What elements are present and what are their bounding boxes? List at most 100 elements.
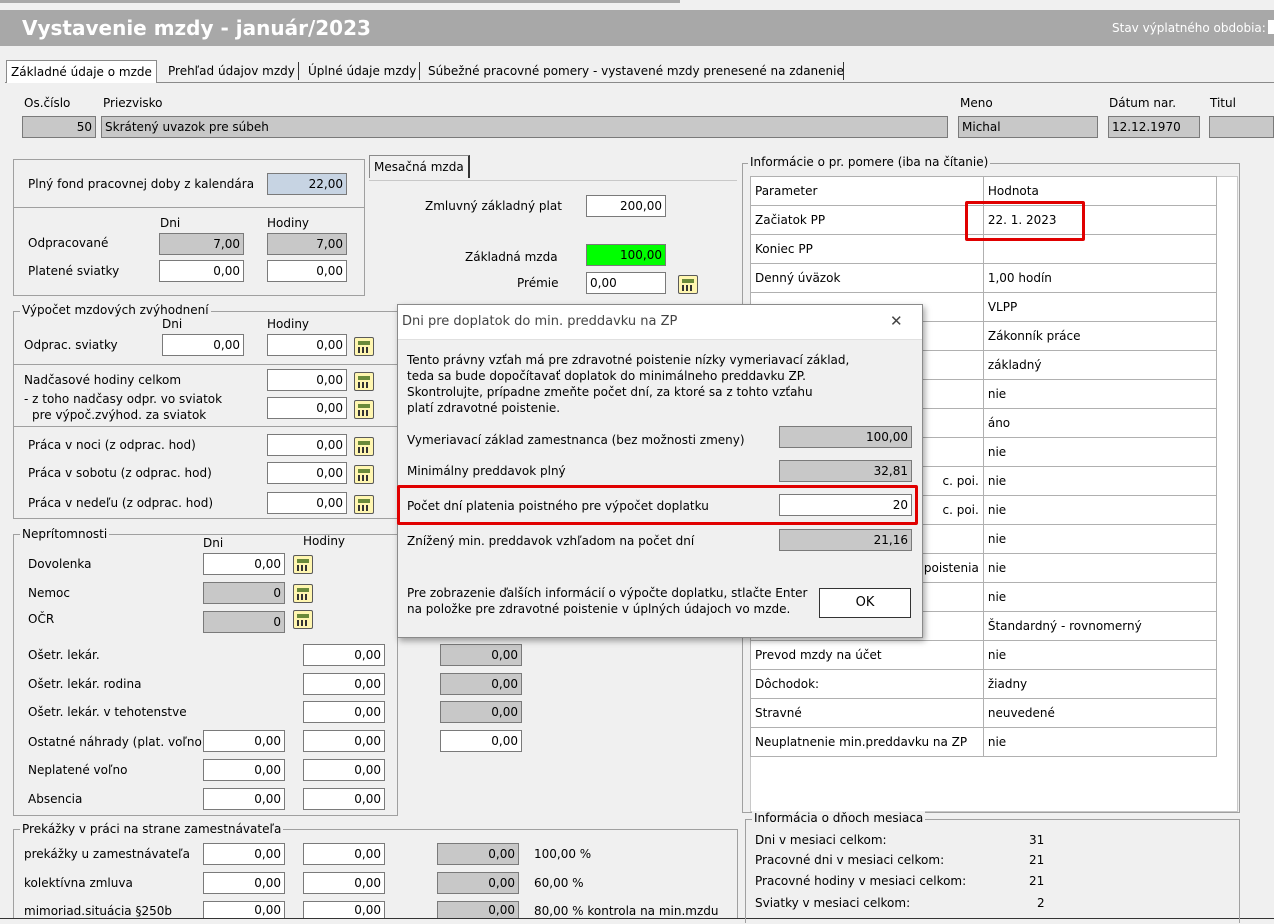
tab-zakladne[interactable]: Základné údaje o mzde [6, 60, 157, 83]
mimoriadna-b-field[interactable]: 0,00 [303, 901, 385, 919]
calculator-icon[interactable] [354, 372, 374, 391]
table-row[interactable]: Stravné neuvedené [750, 698, 1218, 728]
calculator-icon[interactable] [354, 495, 374, 514]
table-row[interactable]: Denný úväzok 1,00 hodín [750, 263, 1218, 293]
close-icon[interactable]: ✕ [890, 312, 903, 330]
dovolenka-label: Dovolenka [28, 557, 92, 571]
calculator-icon[interactable] [354, 465, 374, 484]
vypocet-dni-header: Dni [162, 317, 183, 331]
calculator-icon[interactable] [354, 437, 374, 456]
tab-mesacna-mzda[interactable]: Mesačná mzda [369, 155, 470, 178]
doplatok-dialog: Dni pre doplatok do min. preddavku na ZP… [397, 304, 923, 638]
prekazky-title: Prekážky v práci na strane zamestnávateľ… [20, 822, 284, 836]
minimalny-label: Minimálny preddavok plný [407, 464, 566, 478]
prekazky-b-field[interactable]: 0,00 [303, 843, 385, 865]
platene-dni-field[interactable]: 0,00 [159, 260, 244, 282]
sobota-field[interactable]: 0,00 [267, 462, 347, 484]
znizeny-field[interactable]: 21,16 [779, 529, 912, 551]
platene-hod-field[interactable]: 0,00 [267, 260, 347, 282]
osetr-tehotenstvo-hod-field[interactable]: 0,00 [303, 701, 385, 723]
value-cell: žiadny [982, 669, 1218, 699]
prekazky-c-field[interactable]: 0,00 [437, 843, 519, 865]
dovolenka-dni-field[interactable]: 0,00 [203, 553, 285, 575]
ostatne-nahrady-extra-field[interactable]: 0,00 [440, 730, 522, 752]
kolektivna-label: kolektívna zmluva [24, 876, 133, 890]
oscislo-label: Os.číslo [24, 96, 71, 110]
minimalny-field[interactable]: 32,81 [779, 460, 912, 482]
value-cell: nie [982, 582, 1218, 612]
kolektivna-c-field[interactable]: 0,00 [437, 872, 519, 894]
osetr-lekar-extra-field[interactable]: 0,00 [440, 644, 522, 666]
dialog-text-1: Tento právny vzťah má pre zdravotné pois… [407, 353, 850, 367]
fond-field[interactable]: 22,00 [267, 173, 347, 195]
ostatne-nahrady-dni-field[interactable]: 0,00 [203, 730, 285, 752]
neplatene-volno-label: Neplatené voľno [28, 763, 128, 777]
calculator-icon[interactable] [354, 400, 374, 419]
title-bar: Vystavenie mzdy - január/2023 Stav výpla… [0, 10, 1274, 46]
osetr-rodina-hod-field[interactable]: 0,00 [303, 673, 385, 695]
odpracovane-hod-field[interactable]: 7,00 [267, 233, 347, 255]
zakladna-field[interactable]: 100,00 [586, 244, 666, 266]
osetr-lekar-hod-field[interactable]: 0,00 [303, 644, 385, 666]
mimoriadna-a-field[interactable]: 0,00 [203, 901, 285, 919]
nedela-field[interactable]: 0,00 [267, 492, 347, 514]
meno-field[interactable]: Michal [958, 116, 1098, 138]
tab-separator [843, 62, 844, 80]
param-cell: Prevod mzdy na účet [750, 640, 984, 670]
premie-field[interactable]: 0,00 [586, 272, 666, 294]
odprac-sviatky-hod-field[interactable]: 0,00 [267, 334, 347, 356]
odpracovane-dni-field[interactable]: 7,00 [159, 233, 244, 255]
nadcas-field[interactable]: 0,00 [267, 369, 347, 391]
prekazky-a-field[interactable]: 0,00 [203, 843, 285, 865]
noc-field[interactable]: 0,00 [267, 434, 347, 456]
datum-label: Dátum nar. [1109, 96, 1177, 110]
ok-button[interactable]: OK [819, 588, 911, 618]
odprac-sviatky-dni-field[interactable]: 0,00 [162, 334, 244, 356]
osetr-rodina-extra-field[interactable]: 0,00 [440, 673, 522, 695]
tab-uplne[interactable]: Úplné údaje mzdy [304, 60, 420, 82]
tab-strip-line [5, 82, 1274, 83]
noc-label: Práca v noci (z odprac. hod) [28, 438, 196, 452]
ocr-dni-field[interactable]: 0 [203, 611, 285, 633]
priezvisko-field[interactable]: Skrátený uvazok pre súbeh [101, 116, 948, 138]
osetr-tehotenstvo-extra-field[interactable]: 0,00 [440, 701, 522, 723]
calculator-icon[interactable] [293, 555, 313, 574]
meno-label: Meno [960, 96, 993, 110]
vymeriavaci-field[interactable]: 100,00 [779, 426, 912, 448]
table-row[interactable]: Dôchodok: žiadny [750, 669, 1218, 699]
calculator-icon[interactable] [293, 584, 313, 603]
oscislo-field[interactable]: 50 [22, 116, 96, 138]
table-row[interactable]: Prevod mzdy na účet nie [750, 640, 1218, 670]
pracovne-dni-label: Pracovné dni v mesiaci celkom: [755, 853, 945, 867]
pracovne-hodiny-value: 21 [1029, 874, 1045, 888]
value-cell: áno [982, 408, 1218, 438]
stav-label: Stav výplatného obdobia: [1112, 21, 1266, 35]
absencia-hod-field[interactable]: 0,00 [303, 788, 385, 810]
value-cell: nie [982, 379, 1218, 409]
ostatne-nahrady-hod-field[interactable]: 0,00 [303, 730, 385, 752]
mimoriadna-c-field[interactable]: 0,00 [437, 901, 519, 919]
titul-field[interactable] [1209, 116, 1274, 138]
neplatene-volno-hod-field[interactable]: 0,00 [303, 759, 385, 781]
sviatky-label: Sviatky v mesiaci celkom: [755, 896, 911, 910]
table-row[interactable]: Neuplatnenie min.preddavku na ZP nie [750, 727, 1218, 757]
platene-label: Platené sviatky [28, 264, 120, 278]
calculator-icon[interactable] [354, 337, 374, 356]
neplatene-volno-dni-field[interactable]: 0,00 [203, 759, 285, 781]
zmluvny-field[interactable]: 200,00 [586, 195, 666, 217]
kolektivna-b-field[interactable]: 0,00 [303, 872, 385, 894]
calculator-icon[interactable] [293, 610, 313, 629]
datum-field[interactable]: 12.12.1970 [1108, 116, 1200, 138]
top-strip [0, 0, 680, 3]
nemoc-label: Nemoc [28, 586, 70, 600]
absencia-label: Absencia [28, 792, 83, 806]
calculator-icon[interactable] [678, 275, 698, 294]
tab-prehlad[interactable]: Prehľad údajov mzdy [164, 60, 299, 82]
priezvisko-label: Priezvisko [103, 96, 163, 110]
tab-subezne[interactable]: Súbežné pracovné pomery - vystavené mzdy… [424, 60, 848, 82]
param-cell: Začiatok PP [750, 205, 984, 235]
ztoho-field[interactable]: 0,00 [267, 397, 347, 419]
kolektivna-a-field[interactable]: 0,00 [203, 872, 285, 894]
absencia-dni-field[interactable]: 0,00 [203, 788, 285, 810]
nemoc-dni-field[interactable]: 0 [203, 582, 285, 604]
